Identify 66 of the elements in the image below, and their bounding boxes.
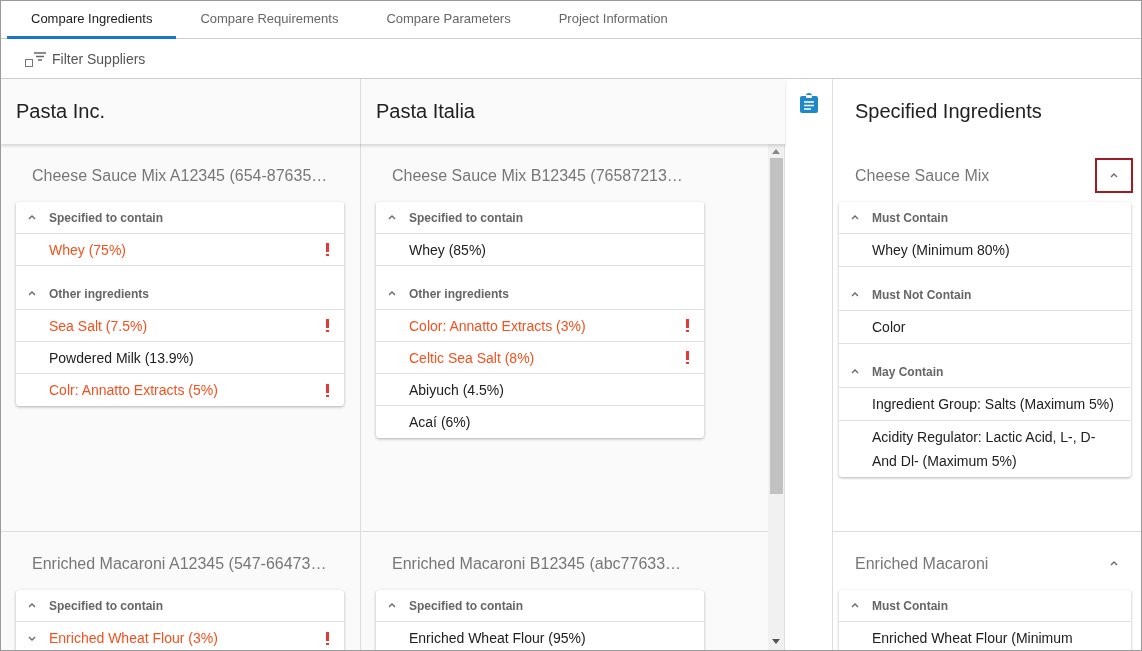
chevron-up-icon[interactable] — [1109, 559, 1119, 568]
checkbox[interactable] — [25, 58, 33, 67]
section-title: Cheese Sauce Mix — [854, 166, 990, 186]
ingredient-text: Sea Salt (7.5%) — [49, 317, 149, 334]
product-title: Enriched Macaroni B12345 (abc77633… — [391, 554, 683, 574]
tab[interactable]: Compare Parameters — [362, 1, 535, 39]
ingredient-text: Acaí (6%) — [409, 414, 472, 430]
exclamation-icon — [686, 351, 689, 364]
chevron-up-icon[interactable] — [850, 601, 860, 610]
exclamation-icon — [686, 319, 689, 332]
exclamation-icon — [326, 631, 329, 645]
group-label: Specified to contain — [49, 210, 163, 225]
requirement-text: Acidity Regulator: Lactic Acid, L-, D- And Dl- (Maximum 5%) — [872, 428, 1097, 471]
panel-title: Specified Ingredients — [855, 100, 1042, 123]
requirement-text: Color — [872, 318, 907, 337]
exclamation-icon — [326, 383, 329, 397]
ingredient-text: Powdered Milk (13.9%) — [49, 349, 195, 366]
chevron-up-icon[interactable] — [850, 213, 860, 222]
requirement-text: Whey (Minimum 80%) — [872, 241, 1011, 260]
clipboard-icon[interactable] — [799, 93, 818, 113]
scroll-up-icon[interactable] — [772, 149, 780, 154]
ingredient-text: Abiyuch (4.5%) — [409, 381, 505, 398]
chevron-up-icon[interactable] — [1109, 171, 1119, 180]
filter-button[interactable]: Filter Suppliers — [23, 50, 148, 67]
chevron-up-icon[interactable] — [387, 601, 397, 610]
ingredient-text: Color: Annatto Extracts (3%) — [409, 317, 587, 334]
scroll-down-icon[interactable] — [772, 639, 780, 644]
group-label: Must Contain — [872, 598, 948, 613]
scroll-thumb[interactable] — [769, 158, 783, 494]
ingredient-text: Celtic Sea Salt (8%) — [409, 349, 536, 366]
tab[interactable]: Compare Requirements — [176, 1, 363, 39]
tab[interactable]: Compare Ingredients — [7, 1, 177, 39]
exclamation-icon — [326, 243, 329, 256]
chevron-up-icon[interactable] — [387, 213, 397, 222]
group-label: May Contain — [872, 364, 944, 379]
group-label: Other ingredients — [409, 286, 509, 301]
product-title: Enriched Macaroni A12345 (547-66473… — [31, 554, 328, 574]
ingredient-text: Whey (85%) — [409, 241, 488, 258]
group-label: Specified to contain — [409, 210, 523, 225]
ingredient-text: Enriched Wheat Flour (3%) — [49, 630, 219, 646]
requirement-text: Ingredient Group: Salts (Maximum 5%) — [872, 395, 1115, 414]
supplier-name: Pasta Italia — [376, 100, 475, 123]
exclamation-icon — [326, 319, 329, 332]
product-title: Cheese Sauce Mix B12345 (76587213… — [391, 166, 684, 186]
collapse-button[interactable] — [1095, 158, 1133, 193]
group-label: Specified to contain — [49, 598, 163, 613]
chevron-up-icon[interactable] — [27, 213, 37, 222]
requirement-text: Enriched Wheat Flour (Minimum — [872, 629, 1074, 648]
tab[interactable]: Project Information — [534, 1, 692, 39]
supplier-name: Pasta Inc. — [16, 100, 105, 123]
ingredient-text: Whey (75%) — [49, 241, 128, 258]
chevron-up-icon[interactable] — [27, 601, 37, 610]
group-label: Other ingredients — [49, 286, 149, 301]
chevron-up-icon[interactable] — [27, 289, 37, 298]
section-title: Enriched Macaroni — [854, 554, 989, 574]
group-label: Specified to contain — [409, 598, 523, 613]
product-title: Cheese Sauce Mix A12345 (654-87635… — [31, 166, 329, 186]
chevron-up-icon[interactable] — [850, 290, 860, 299]
chevron-up-icon[interactable] — [387, 289, 397, 298]
ingredient-text: Colr: Annatto Extracts (5%) — [49, 382, 219, 398]
scrollbar[interactable] — [768, 144, 785, 650]
chevron-up-icon[interactable] — [850, 367, 860, 376]
filter-icon[interactable] — [34, 52, 46, 61]
ingredient-text: Enriched Wheat Flour (95%) — [409, 630, 587, 646]
group-label: Must Not Contain — [872, 287, 972, 302]
group-label: Must Contain — [872, 210, 948, 225]
